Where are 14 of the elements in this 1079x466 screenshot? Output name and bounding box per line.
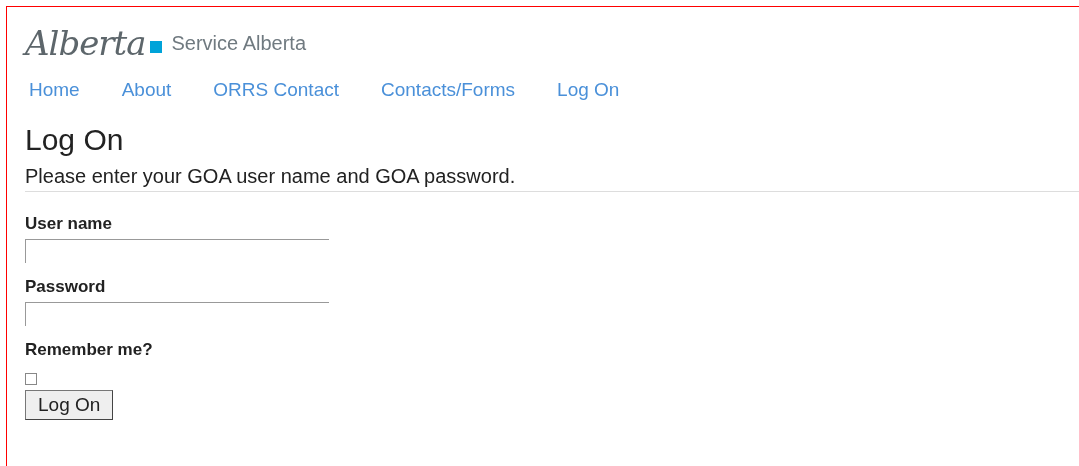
field-label: Password — [25, 277, 107, 297]
nav-link[interactable]: Contacts/Forms — [381, 79, 516, 101]
nav-link[interactable]: Home — [29, 79, 80, 101]
instructions-text: Please enter your GOA user name and GOA password. — [25, 165, 1079, 192]
remember-checkbox[interactable] — [25, 373, 37, 385]
field-label: User name — [25, 214, 113, 234]
ministry-name: Service Alberta — [171, 31, 306, 55]
nav-link[interactable]: About — [121, 79, 172, 101]
log-on-button[interactable]: Log On — [25, 390, 114, 420]
page-heading: Log On — [25, 123, 125, 157]
nav-link[interactable]: ORRS Contact — [213, 79, 339, 101]
logo-square-icon — [149, 41, 162, 53]
nav-link[interactable]: Log On — [557, 79, 620, 101]
field-label: Remember me? — [25, 340, 154, 360]
